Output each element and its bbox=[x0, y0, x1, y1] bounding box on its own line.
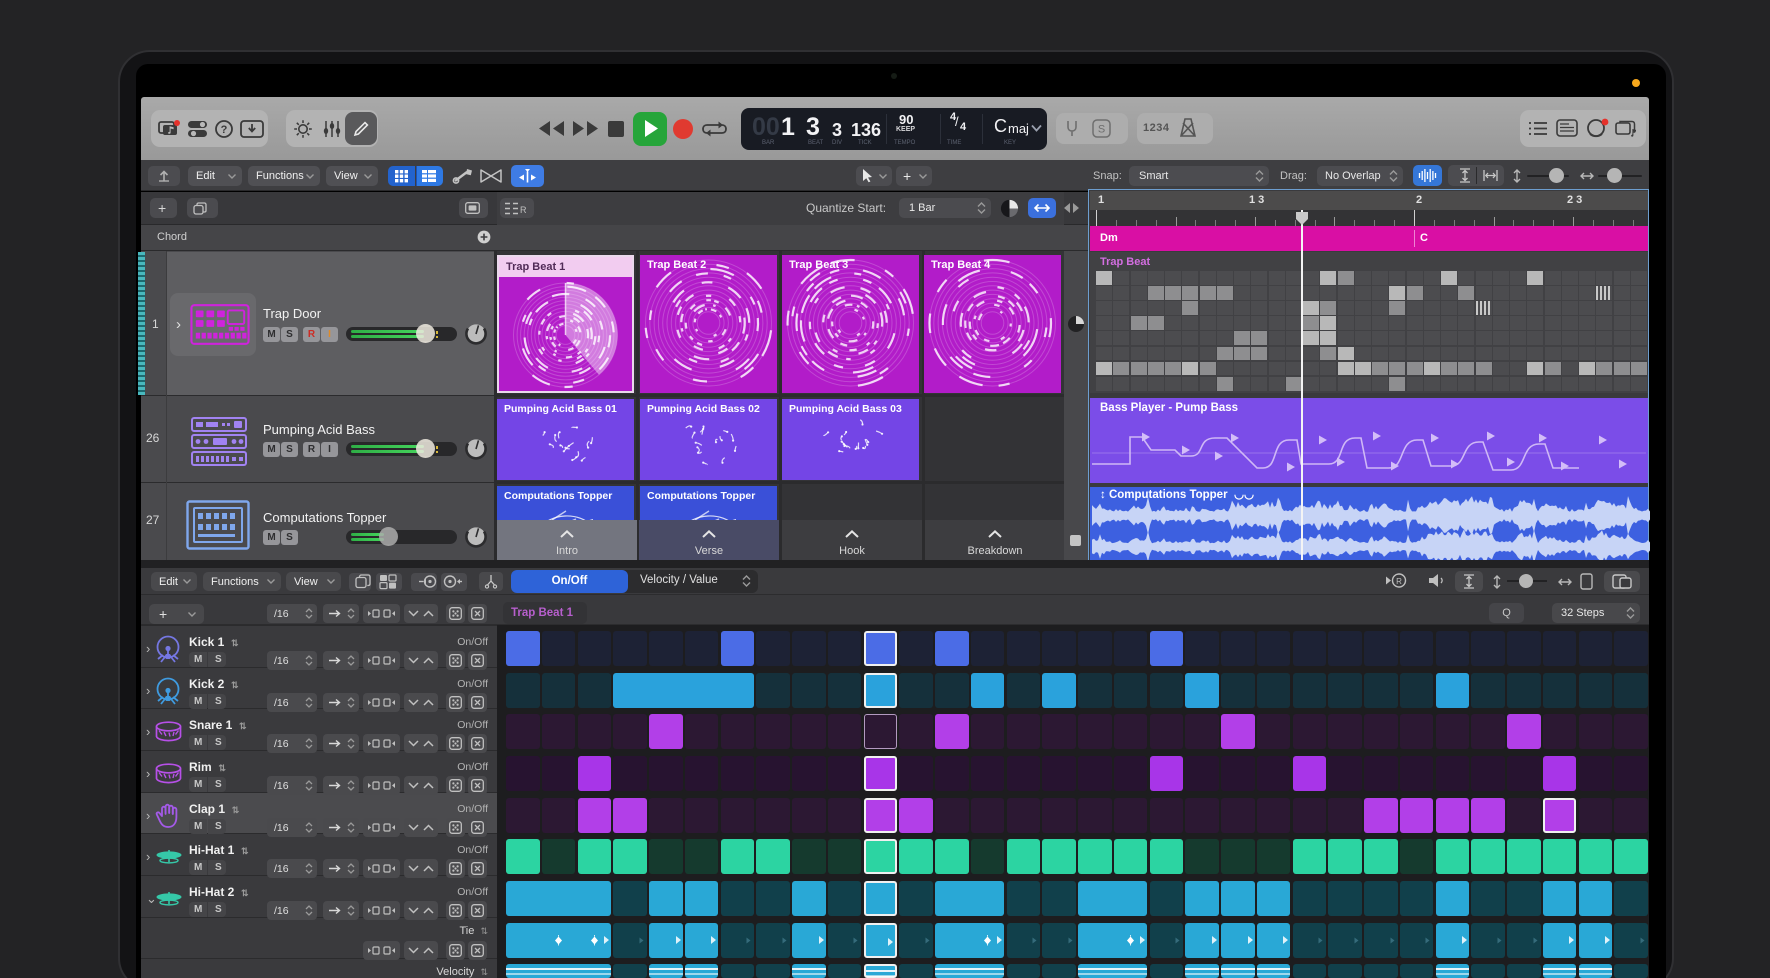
svg-text:R: R bbox=[1396, 577, 1402, 586]
svg-text:?: ? bbox=[221, 124, 228, 136]
svg-text:R: R bbox=[520, 205, 527, 215]
svg-text:S: S bbox=[1098, 124, 1105, 136]
